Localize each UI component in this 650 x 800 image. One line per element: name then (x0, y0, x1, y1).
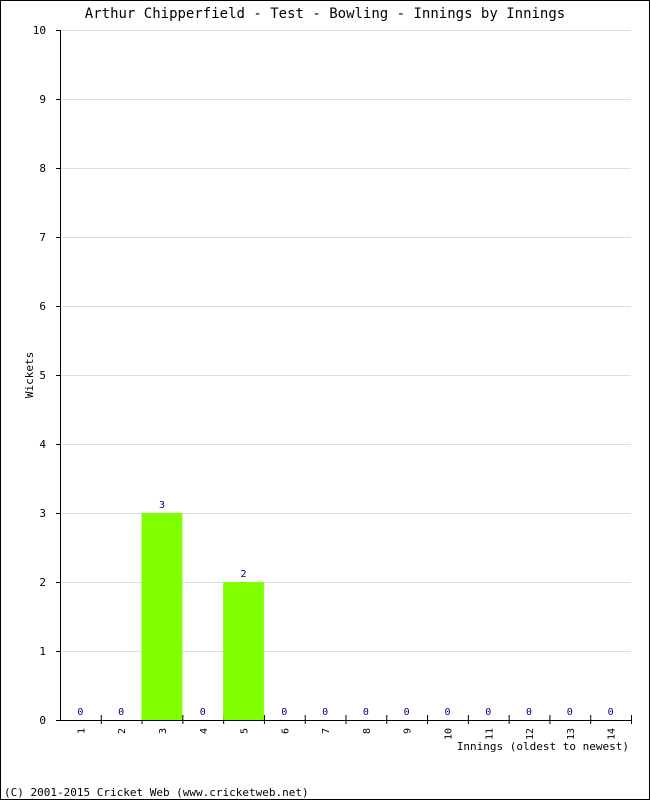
data-label: 3 (159, 500, 165, 511)
footer-copyright: (C) 2001-2015 Cricket Web (www.cricketwe… (4, 786, 309, 799)
x-axis-label: Innings (oldest to newest) (457, 740, 629, 753)
y-tick-label: 2 (39, 576, 46, 589)
y-tick-label: 5 (39, 369, 46, 382)
y-tick-label: 6 (39, 300, 46, 313)
x-tick-label: 14 (607, 728, 618, 740)
data-label: 0 (567, 707, 573, 718)
chart-container: Arthur Chipperfield - Test - Bowling - I… (0, 0, 650, 800)
x-tick-label: 9 (403, 728, 414, 734)
data-label: 0 (526, 707, 532, 718)
x-tick-label: 2 (117, 728, 128, 734)
bar (141, 513, 183, 720)
x-tick-label: 8 (362, 728, 373, 734)
bar-chart: Arthur Chipperfield - Test - Bowling - I… (0, 0, 650, 800)
data-label: 0 (200, 707, 206, 718)
x-tick-label: 5 (240, 728, 251, 734)
y-tick-label: 9 (39, 93, 46, 106)
x-tick-label: 6 (280, 728, 291, 734)
data-label: 0 (485, 707, 491, 718)
y-tick-label: 3 (39, 507, 46, 520)
data-label: 0 (77, 707, 83, 718)
x-tick-label: 3 (158, 728, 169, 734)
y-tick-label: 10 (33, 24, 46, 37)
x-tick-label: 11 (484, 728, 495, 740)
chart-title: Arthur Chipperfield - Test - Bowling - I… (85, 6, 565, 22)
y-tick-label: 8 (39, 162, 46, 175)
data-label: 0 (363, 707, 369, 718)
x-tick-label: 13 (566, 728, 577, 740)
data-label: 0 (281, 707, 287, 718)
data-label: 0 (118, 707, 124, 718)
data-label: 0 (444, 707, 450, 718)
y-tick-label: 7 (39, 231, 46, 244)
x-tick-label: 4 (199, 728, 210, 734)
x-tick-label: 7 (321, 728, 332, 734)
x-tick-label: 10 (443, 728, 454, 740)
y-tick-label: 4 (39, 438, 46, 451)
y-tick-label: 1 (39, 645, 46, 658)
x-tick-label: 12 (525, 728, 536, 740)
data-label: 2 (241, 569, 247, 580)
y-tick-label: 0 (39, 714, 46, 727)
data-label: 0 (322, 707, 328, 718)
data-label: 0 (608, 707, 614, 718)
y-axis-label: Wickets (23, 352, 36, 398)
data-label: 0 (404, 707, 410, 718)
chart-border (0, 0, 650, 800)
x-tick-label: 1 (76, 728, 87, 734)
bar (223, 582, 264, 720)
